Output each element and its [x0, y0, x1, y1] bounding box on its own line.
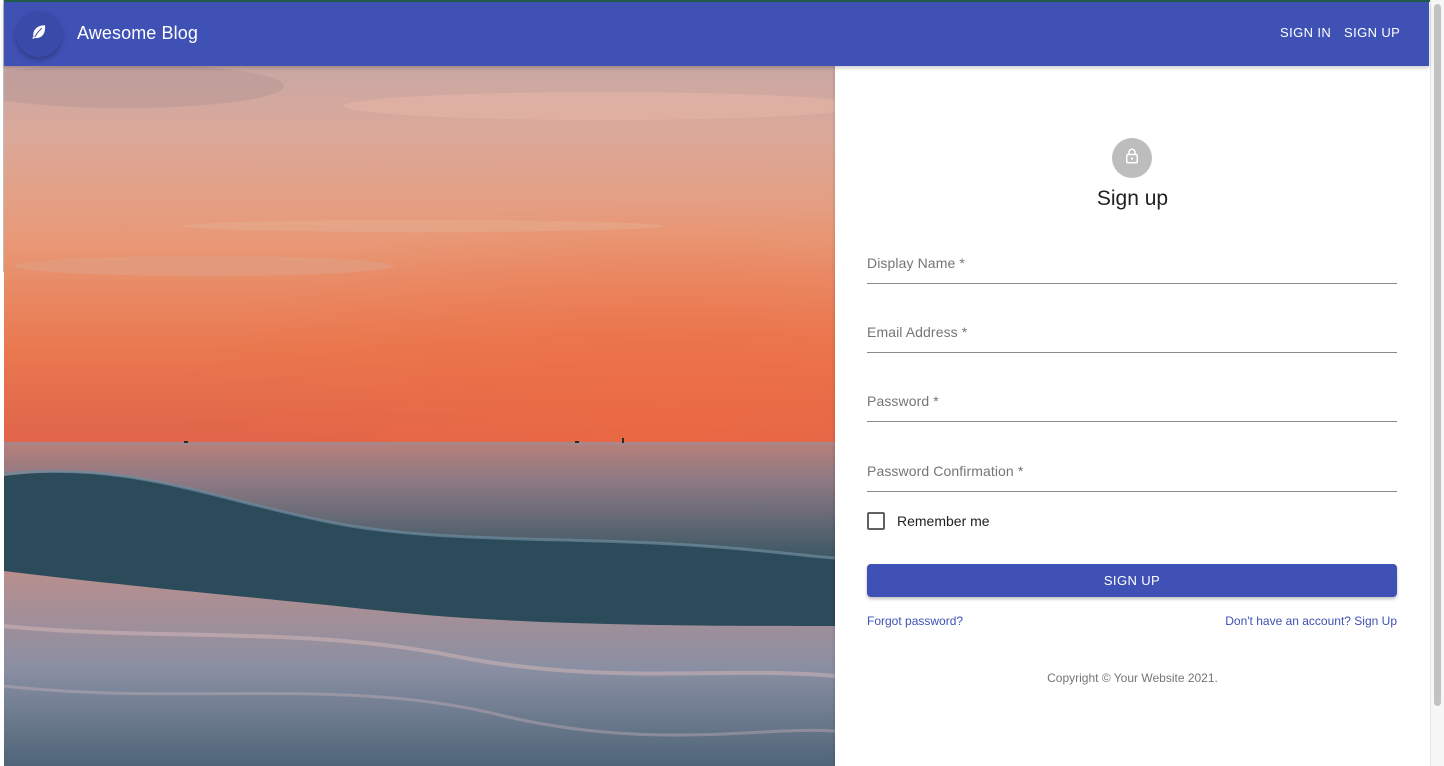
signup-link[interactable]: Don't have an account? Sign Up: [1225, 614, 1397, 628]
field-underline: [867, 283, 1397, 284]
field-underline: [867, 491, 1397, 492]
hero-image: [4, 66, 835, 766]
sunset-ocean-photo: [4, 66, 835, 766]
sign-up-submit-button[interactable]: SIGN UP: [867, 564, 1397, 597]
signup-panel: Sign up Display Name * Email Address * P…: [835, 66, 1430, 766]
email-input[interactable]: [867, 313, 1401, 351]
nav-sign-up-button[interactable]: SIGN UP: [1344, 25, 1400, 40]
field-underline: [867, 421, 1397, 422]
forgot-password-link[interactable]: Forgot password?: [867, 614, 963, 628]
avatar: [1112, 138, 1152, 178]
password-confirmation-input[interactable]: [867, 452, 1401, 490]
lock-icon: [1123, 147, 1141, 170]
field-underline: [867, 352, 1397, 353]
copyright-text: Copyright © Your Website 2021.: [1047, 671, 1218, 685]
leaf-icon: [30, 23, 48, 46]
page-title: Sign up: [1096, 187, 1169, 210]
app-bar: Awesome Blog SIGN IN SIGN UP: [4, 2, 1429, 66]
password-field[interactable]: Password *: [867, 382, 1401, 422]
password-confirmation-field[interactable]: Password Confirmation *: [867, 452, 1401, 492]
nav-sign-in-button[interactable]: SIGN IN: [1280, 25, 1331, 40]
display-name-field[interactable]: Display Name *: [867, 244, 1401, 284]
remember-me-control[interactable]: Remember me: [867, 511, 990, 531]
display-name-input[interactable]: [867, 244, 1401, 282]
email-field[interactable]: Email Address *: [867, 313, 1401, 353]
remember-me-label[interactable]: Remember me: [897, 513, 990, 529]
logo-button[interactable]: [16, 11, 62, 57]
brand-title[interactable]: Awesome Blog: [77, 23, 198, 44]
password-input[interactable]: [867, 382, 1401, 420]
remember-me-checkbox[interactable]: [867, 512, 885, 530]
scrollbar-thumb[interactable]: [1434, 4, 1441, 706]
